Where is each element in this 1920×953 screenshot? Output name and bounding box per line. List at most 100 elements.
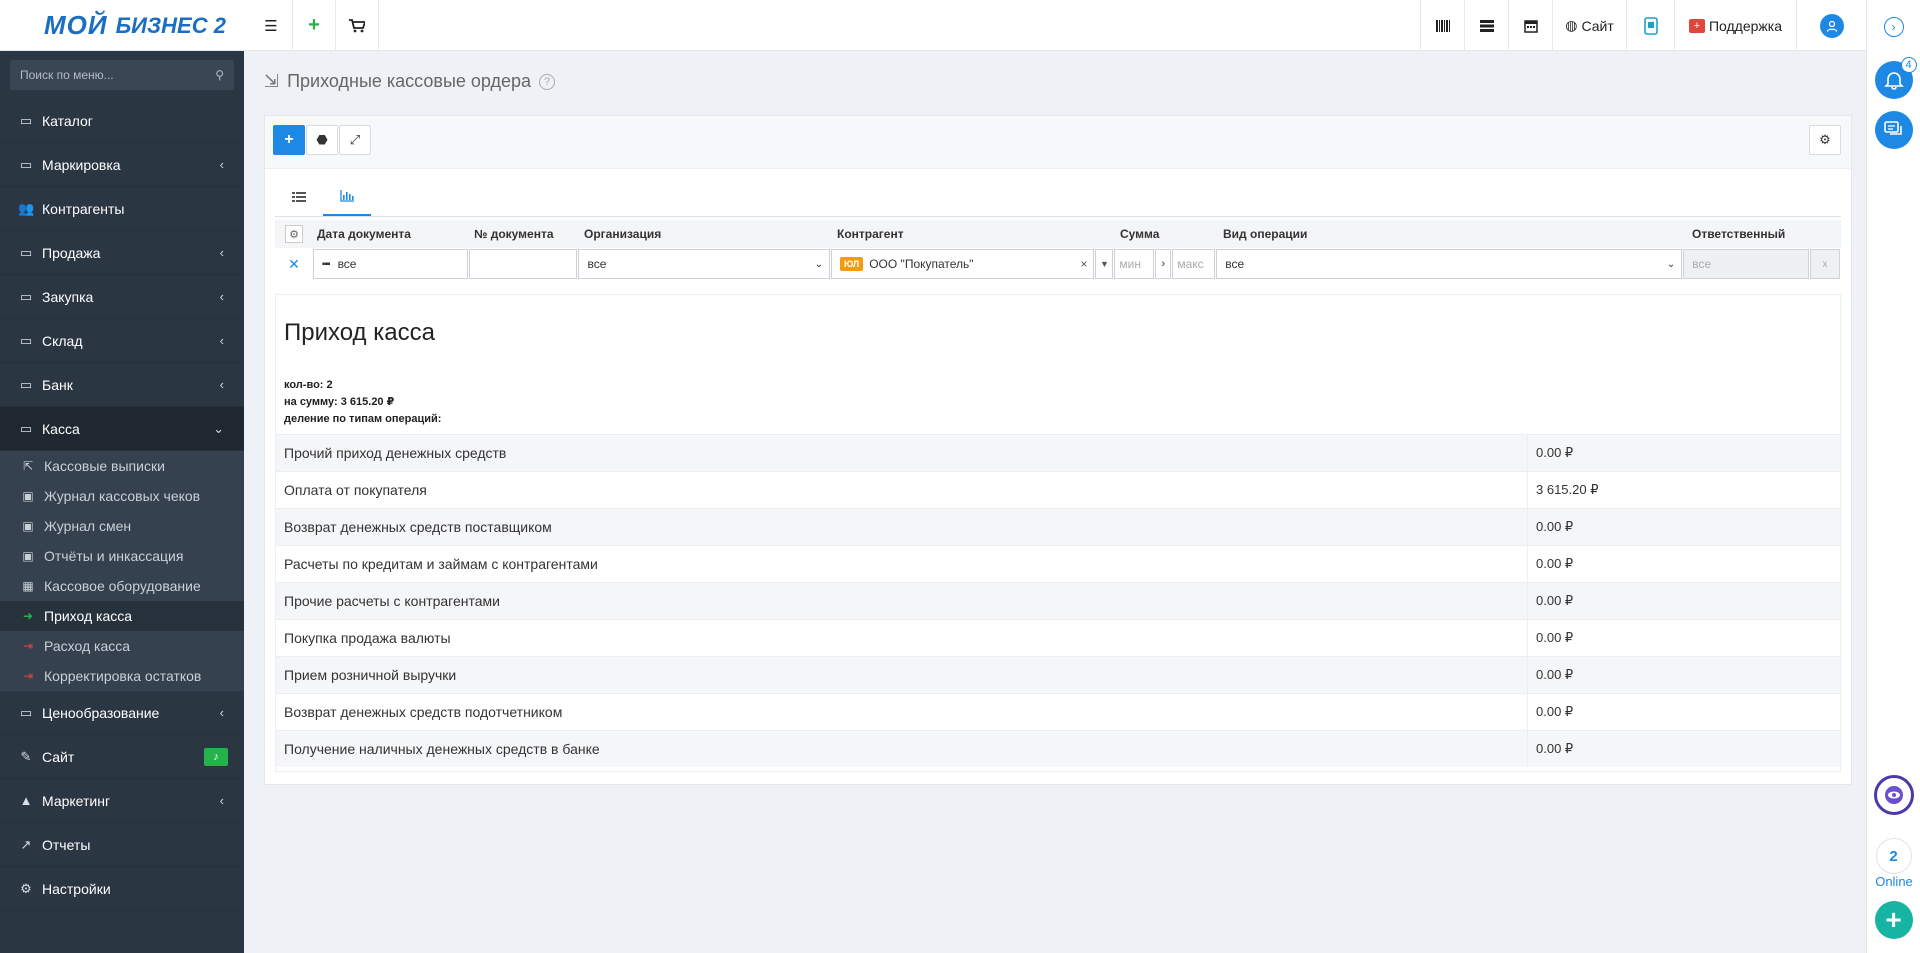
tab-report[interactable] (323, 178, 371, 216)
col-header-organization[interactable]: Организация (580, 227, 833, 241)
sidebar-item-sait[interactable]: ✎ Сайт ♪ (0, 735, 244, 779)
sidebar-item-sklad[interactable]: ▭ Склад ‹ (0, 319, 244, 363)
operation-select[interactable]: все ⌄ (1216, 249, 1683, 279)
table-row: Прочий приход денежных средств 0.00 ₽ (276, 434, 1840, 471)
settings-button[interactable]: ⚙ (1809, 125, 1841, 155)
page-title: ⇲ Приходные кассовые ордера ? (264, 71, 556, 92)
cart-button[interactable] (336, 0, 379, 51)
sidebar-subitem-prihod-kassa[interactable]: ➜ Приход касса (0, 601, 244, 631)
report-summary: кол-во: 2 на сумму: 3 615.20 ₽ деление п… (284, 377, 441, 428)
sidebar-item-katalog[interactable]: ▭ Каталог (0, 99, 244, 143)
operation-type-sum: 0.00 ₽ (1536, 630, 1574, 645)
assistant-button[interactable] (1873, 775, 1914, 815)
operation-type-sum: 0.00 ₽ (1536, 519, 1574, 534)
legal-entity-tag: ЮЛ (839, 257, 864, 271)
sign-out-icon: ⇥ (22, 639, 34, 653)
sidebar-item-label: Продажа (42, 244, 101, 261)
sidebar-subitem-zhurnal-smen[interactable]: ▣ Журнал смен (0, 511, 244, 541)
operation-type-label: Оплата от покупателя (276, 472, 1528, 508)
table-row: Получение наличных денежных средств в ба… (276, 730, 1840, 767)
sidebar-item-nastroiki[interactable]: ⚙ Настройки (0, 867, 244, 911)
clear-filters-button[interactable]: ✕ (275, 256, 313, 273)
online-count[interactable]: 2 (1875, 838, 1912, 874)
plus-icon: + (1885, 904, 1902, 935)
folder-icon: ▭ (19, 288, 33, 304)
support-button[interactable]: + Поддержка (1674, 0, 1796, 51)
col-header-sum[interactable]: Сумма (1116, 227, 1219, 241)
sidebar-item-otchety[interactable]: ↗ Отчеты (0, 823, 244, 867)
help-icon[interactable]: ? (539, 73, 556, 90)
sidebar-item-kassa[interactable]: ▭ Касса ⌄ (0, 407, 244, 451)
sum-min-input[interactable]: мин (1114, 249, 1155, 279)
fab-add-button[interactable]: + (1874, 901, 1913, 939)
sidebar-subitem-korrektirovka-ostatkov[interactable]: ⇥ Корректировка остатков (0, 661, 244, 691)
user-menu-button[interactable] (1796, 0, 1866, 51)
chat-button[interactable] (1874, 111, 1913, 149)
app-logo[interactable]: МОЙ БИЗНЕС 2 (0, 0, 250, 51)
cash-in-report: Приход касса кол-во: 2 на сумму: 3 615.2… (275, 294, 1841, 772)
calendar-button[interactable] (1508, 0, 1552, 51)
contractor-dropdown-button[interactable]: ▼ (1095, 249, 1114, 279)
barcode-button[interactable] (1420, 0, 1464, 51)
sidebar-item-bank[interactable]: ▭ Банк ‹ (0, 363, 244, 407)
menu-search-input[interactable]: Поиск по меню... ⚲ (10, 60, 234, 90)
sidebar-item-kontragenty[interactable]: 👥 Контрагенты (0, 187, 244, 231)
sum-max-input[interactable]: макс (1172, 249, 1216, 279)
chevron-left-icon: ‹ (219, 705, 224, 720)
expand-button[interactable]: ⤢ (339, 125, 371, 155)
notifications-button[interactable]: 4 (1874, 57, 1917, 99)
operation-type-sum: 0.00 ₽ (1536, 556, 1574, 571)
col-header-date[interactable]: Дата документа (313, 227, 470, 241)
columns-settings-button[interactable]: ⚙ (275, 225, 313, 243)
sidebar-item-zakupka[interactable]: ▭ Закупка ‹ (0, 275, 244, 319)
tags-button[interactable]: ⬣ (306, 125, 338, 155)
hamburger-icon: ☰ (264, 17, 278, 35)
close-icon: x (1822, 258, 1828, 270)
mobile-app-button[interactable] (1626, 0, 1674, 51)
organization-select[interactable]: все ⌄ (578, 249, 830, 279)
sidebar-subitem-kassovoe-oborudovanie[interactable]: ▦ Кассовое оборудование (0, 571, 244, 601)
sidebar-item-label: Ценообразование (42, 704, 160, 721)
sidebar-item-label: Касса (42, 420, 80, 437)
doc-number-filter[interactable] (468, 249, 578, 279)
rail-collapse-button[interactable]: › (1883, 17, 1904, 37)
col-header-doc-number[interactable]: № документа (470, 227, 580, 241)
tab-list[interactable] (275, 178, 323, 216)
contractor-select[interactable]: ЮЛ ООО "Покупатель" × (830, 249, 1095, 279)
sum-range-toggle[interactable]: › (1155, 249, 1172, 279)
chevron-left-icon: ‹ (219, 157, 224, 172)
server-button[interactable] (1464, 0, 1508, 51)
folder-icon: ▭ (19, 244, 33, 260)
add-order-button[interactable]: + (273, 125, 305, 155)
clear-icon[interactable]: × (1080, 257, 1087, 271)
line-chart-icon: ↗ (20, 836, 32, 852)
sidebar-subitem-rashod-kassa[interactable]: ⇥ Расход касса (0, 631, 244, 661)
logo-line1: МОЙ (44, 10, 108, 40)
gear-icon: ⚙ (285, 225, 303, 243)
quick-add-button[interactable]: + (293, 0, 336, 51)
sidebar-subitem-label: Журнал смен (44, 518, 132, 534)
menu-toggle-button[interactable]: ☰ (250, 0, 293, 51)
col-header-operation[interactable]: Вид операции (1219, 227, 1688, 241)
col-header-responsible[interactable]: Ответственный (1688, 227, 1838, 241)
sidebar-subitem-otchety-inkassaciya[interactable]: ▣ Отчёты и инкассация (0, 541, 244, 571)
sidebar-item-cenoobrazovanie[interactable]: ▭ Ценообразование ‹ (0, 691, 244, 735)
sidebar-subitem-zhurnal-chekov[interactable]: ▣ Журнал кассовых чеков (0, 481, 244, 511)
table-row: Расчеты по кредитам и займам с контраген… (276, 545, 1840, 582)
sidebar-item-marketing[interactable]: ▲ Маркетинг ‹ (0, 779, 244, 823)
sum-min-placeholder: мин (1119, 257, 1141, 271)
operation-type-sum: 0.00 ₽ (1536, 593, 1574, 608)
sign-out-icon: ⇥ (22, 669, 34, 683)
operation-type-sum: 0.00 ₽ (1536, 704, 1574, 719)
site-button[interactable]: ◍ Сайт (1552, 0, 1626, 51)
sidebar-item-prodazha[interactable]: ▭ Продажа ‹ (0, 231, 244, 275)
report-count: кол-во: 2 (284, 379, 333, 391)
sign-in-icon: ⇲ (264, 71, 280, 91)
col-header-contractor[interactable]: Контрагент (833, 227, 1116, 241)
sidebar-subitem-kassovye-vypiski[interactable]: ⇱ Кассовые выписки (0, 451, 244, 481)
sidebar-item-markirovka[interactable]: ▭ Маркировка ‹ (0, 143, 244, 187)
sidebar-subitem-label: Кассовые выписки (44, 458, 165, 474)
date-filter[interactable]: ▪▪▪ все (312, 249, 468, 279)
operation-type-sum: 0.00 ₽ (1536, 741, 1574, 756)
expand-icon: ⤢ (349, 132, 361, 147)
